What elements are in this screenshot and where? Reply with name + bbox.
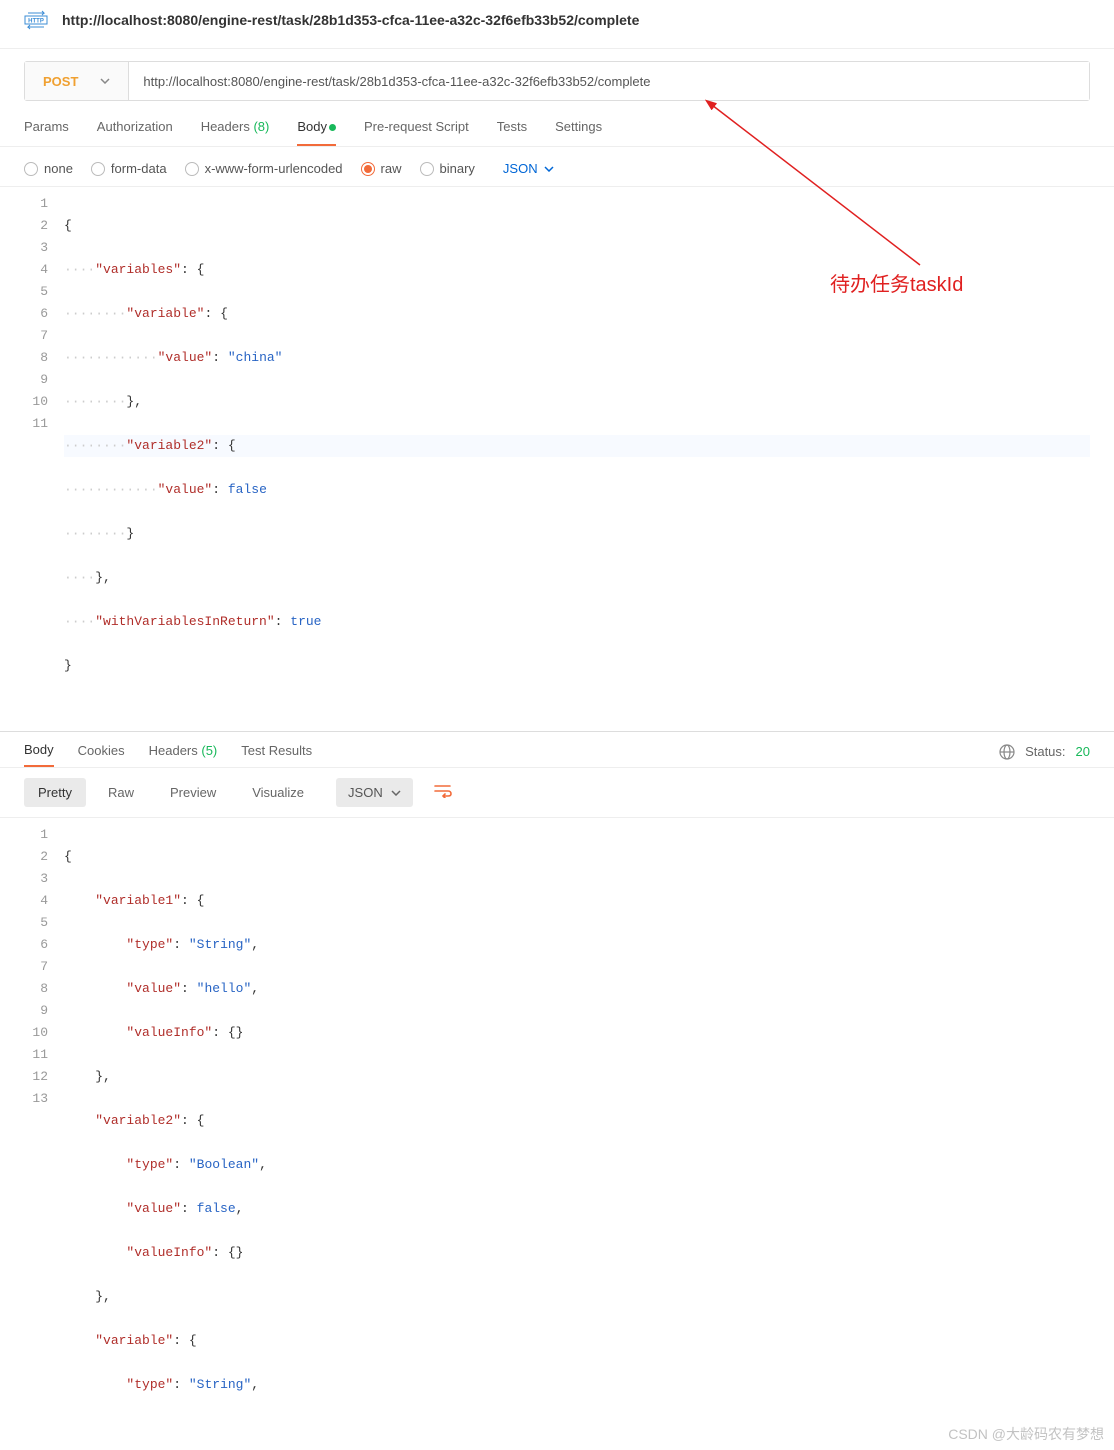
response-body-viewer[interactable]: 12345678910111213 { "variable1": { "type… (0, 817, 1114, 1450)
radio-x-www-form-urlencoded[interactable]: x-www-form-urlencoded (185, 161, 343, 176)
line-gutter: 1234567891011 (24, 193, 64, 721)
http-icon: HTTP (24, 10, 48, 30)
radio-none-label: none (44, 161, 73, 176)
tab-tests[interactable]: Tests (497, 119, 527, 146)
tab-settings[interactable]: Settings (555, 119, 602, 146)
response-format-select[interactable]: JSON (336, 778, 413, 807)
resp-format-label: JSON (348, 785, 383, 800)
radio-icon (185, 162, 199, 176)
radio-icon (361, 162, 375, 176)
radio-icon (91, 162, 105, 176)
request-row: POST (24, 61, 1090, 101)
chevron-down-icon (391, 790, 401, 796)
radio-raw[interactable]: raw (361, 161, 402, 176)
status-code: 20 (1076, 744, 1090, 759)
globe-icon (999, 744, 1015, 760)
url-input[interactable] (129, 62, 1089, 100)
tab-headers[interactable]: Headers (8) (201, 119, 270, 146)
status-label: Status: (1025, 744, 1065, 759)
radio-form-data[interactable]: form-data (91, 161, 167, 176)
radio-formdata-label: form-data (111, 161, 167, 176)
body-type-row: none form-data x-www-form-urlencoded raw… (0, 147, 1114, 186)
body-modified-dot-icon (329, 124, 336, 131)
request-title: http://localhost:8080/engine-rest/task/2… (62, 12, 639, 28)
radio-none[interactable]: none (24, 161, 73, 176)
radio-icon (24, 162, 38, 176)
request-header: HTTP http://localhost:8080/engine-rest/t… (0, 0, 1114, 49)
headers-count: (8) (253, 119, 269, 134)
wrap-icon (434, 784, 452, 798)
radio-icon (420, 162, 434, 176)
chevron-down-icon (544, 166, 554, 172)
view-pretty[interactable]: Pretty (24, 778, 86, 807)
view-visualize[interactable]: Visualize (238, 778, 318, 807)
tab-authorization[interactable]: Authorization (97, 119, 173, 146)
resp-tab-headers[interactable]: Headers (5) (149, 743, 218, 766)
resp-tab-test-results[interactable]: Test Results (241, 743, 312, 766)
method-label: POST (43, 74, 78, 89)
radio-raw-label: raw (381, 161, 402, 176)
annotation-text: 待办任务taskId (830, 268, 963, 297)
resp-headers-label: Headers (149, 743, 198, 758)
view-raw[interactable]: Raw (94, 778, 148, 807)
response-status: Status: 20 (999, 744, 1090, 766)
chevron-down-icon (100, 78, 110, 84)
view-preview[interactable]: Preview (156, 778, 230, 807)
resp-tab-cookies[interactable]: Cookies (78, 743, 125, 766)
radio-binary-label: binary (440, 161, 475, 176)
method-select[interactable]: POST (25, 62, 129, 100)
response-tabs: Body Cookies Headers (5) Test Results St… (0, 731, 1114, 768)
resp-tab-body[interactable]: Body (24, 742, 54, 767)
tab-prerequest[interactable]: Pre-request Script (364, 119, 469, 146)
tab-body[interactable]: Body (297, 119, 336, 146)
tab-headers-label: Headers (201, 119, 250, 134)
radio-xwww-label: x-www-form-urlencoded (205, 161, 343, 176)
line-gutter: 12345678910111213 (24, 824, 64, 1440)
radio-binary[interactable]: binary (420, 161, 475, 176)
watermark: CSDN @大龄码农有梦想 (948, 1424, 1104, 1444)
body-format-label: JSON (503, 161, 538, 176)
tab-params[interactable]: Params (24, 119, 69, 146)
tab-body-label: Body (297, 119, 327, 134)
response-view-row: Pretty Raw Preview Visualize JSON (0, 768, 1114, 817)
request-tabs: Params Authorization Headers (8) Body Pr… (0, 101, 1114, 147)
code-content: { "variable1": { "type": "String", "valu… (64, 824, 1090, 1440)
wrap-lines-button[interactable] (425, 778, 461, 807)
resp-headers-count: (5) (201, 743, 217, 758)
body-format-select[interactable]: JSON (503, 161, 554, 176)
svg-text:HTTP: HTTP (28, 19, 44, 25)
